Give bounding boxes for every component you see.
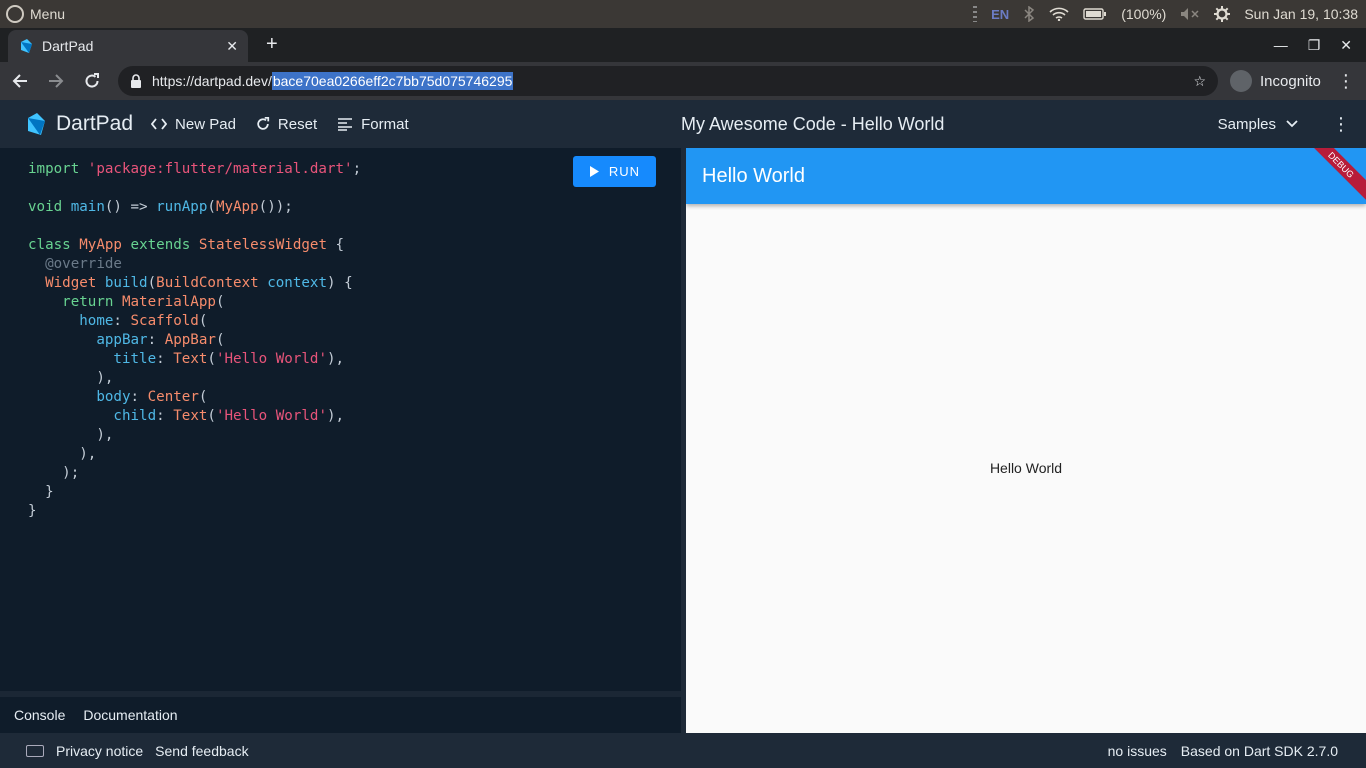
incognito-icon xyxy=(1230,70,1252,92)
refresh-icon xyxy=(256,117,270,131)
chevron-down-icon xyxy=(1286,120,1298,128)
browser-menu-icon[interactable]: ⋮ xyxy=(1337,71,1355,92)
sdk-version: Based on Dart SDK 2.7.0 xyxy=(1180,742,1338,759)
settings-gear-icon[interactable] xyxy=(1214,6,1231,22)
code-line-6: @override xyxy=(45,256,122,272)
keyboard-icon[interactable] xyxy=(26,744,44,757)
reload-icon[interactable] xyxy=(80,69,104,93)
play-icon xyxy=(589,166,599,177)
code-line-3: void main() => runApp(MyApp()); xyxy=(28,199,293,215)
more-options-icon[interactable]: ⋮ xyxy=(1332,114,1350,135)
code-text[interactable]: import 'package:flutter/material.dart'; … xyxy=(28,160,361,521)
code-line-9: home: Scaffold( xyxy=(79,313,208,329)
minimize-icon[interactable]: — xyxy=(1274,37,1288,54)
format-label: Format xyxy=(361,115,409,133)
code-line-17: ); xyxy=(28,465,80,481)
bluetooth-icon[interactable] xyxy=(1023,6,1035,22)
volume-muted-icon[interactable] xyxy=(1180,7,1200,21)
close-window-icon[interactable]: ✕ xyxy=(1340,37,1352,54)
send-feedback-link[interactable]: Send feedback xyxy=(155,743,248,759)
browser-tab-dartpad[interactable]: DartPad ✕ xyxy=(8,30,248,62)
incognito-badge[interactable]: Incognito xyxy=(1230,70,1321,92)
close-tab-icon[interactable]: ✕ xyxy=(226,38,238,55)
new-tab-icon[interactable]: + xyxy=(266,33,278,56)
tab-title: DartPad xyxy=(42,38,94,54)
format-lines-icon xyxy=(337,117,353,131)
battery-percent: (100%) xyxy=(1121,6,1167,22)
keyboard-language[interactable]: EN xyxy=(991,7,1009,22)
code-line-13: body: Center( xyxy=(96,389,208,405)
drag-handle-icon xyxy=(973,6,978,22)
clock-datetime[interactable]: Sun Jan 19, 10:38 xyxy=(1244,6,1358,22)
code-line-16: ), xyxy=(28,446,97,462)
tab-console[interactable]: Console xyxy=(14,707,65,723)
brand-label: DartPad xyxy=(56,112,134,135)
code-line-18: } xyxy=(28,484,54,500)
browser-tab-strip: DartPad ✕ + — ❐ ✕ xyxy=(0,28,1366,62)
preview-app-bar: Hello World xyxy=(686,148,1366,204)
url-base: https://dartpad.dev/ xyxy=(152,73,272,89)
forward-icon[interactable] xyxy=(44,69,68,93)
code-brackets-icon xyxy=(151,118,168,130)
reset-button[interactable]: Reset xyxy=(256,116,317,133)
code-line-11: title: Text('Hello World'), xyxy=(113,351,345,367)
dartpad-favicon-icon xyxy=(18,38,34,54)
code-line-19: } xyxy=(28,503,37,519)
tab-documentation[interactable]: Documentation xyxy=(83,707,177,723)
browser-toolbar: https://dartpad.dev/bace70ea0266eff2c7bb… xyxy=(0,62,1366,100)
reset-label: Reset xyxy=(277,115,318,133)
os-menu[interactable]: Menu xyxy=(0,5,65,23)
format-button[interactable]: Format xyxy=(337,116,409,133)
new-pad-button[interactable]: New Pad xyxy=(151,116,236,133)
back-icon[interactable] xyxy=(8,69,32,93)
window-controls: — ❐ ✕ xyxy=(1274,37,1366,54)
samples-label: Samples xyxy=(1217,115,1276,133)
wifi-icon[interactable] xyxy=(1049,7,1069,21)
address-bar[interactable]: https://dartpad.dev/bace70ea0266eff2c7bb… xyxy=(118,66,1218,96)
code-line-15: ), xyxy=(28,427,114,443)
run-label: RUN xyxy=(608,164,641,179)
os-menu-label: Menu xyxy=(30,6,66,22)
lock-icon[interactable] xyxy=(130,74,142,88)
dart-logo-icon xyxy=(24,112,48,136)
pad-title: My Awesome Code - Hello World xyxy=(681,113,945,134)
code-line-14: child: Text('Hello World'), xyxy=(113,408,345,424)
new-pad-label: New Pad xyxy=(175,115,236,133)
privacy-notice-link[interactable]: Privacy notice xyxy=(56,743,143,759)
url-selected-text: bace70ea0266eff2c7bb75d075746295 xyxy=(271,72,514,90)
issues-count[interactable]: no issues xyxy=(1108,743,1167,759)
code-editor[interactable]: import 'package:flutter/material.dart'; … xyxy=(0,148,681,691)
code-line-1: import 'package:flutter/material.dart'; xyxy=(28,161,362,177)
code-line-10: appBar: AppBar( xyxy=(96,332,225,348)
incognito-label: Incognito xyxy=(1260,72,1321,90)
status-bar: Privacy notice Send feedback no issues B… xyxy=(0,733,1366,768)
preview-app-bar-title: Hello World xyxy=(702,164,805,187)
os-top-bar: Menu EN (100%) Sun Jan 19, 10:38 xyxy=(0,0,1366,28)
maximize-icon[interactable]: ❐ xyxy=(1308,37,1321,54)
code-line-8: return MaterialApp( xyxy=(62,294,225,310)
preview-body-text: Hello World xyxy=(989,460,1063,476)
bottom-panel-tabs: Console Documentation xyxy=(0,691,681,733)
battery-icon[interactable] xyxy=(1083,8,1107,20)
ubuntu-logo-icon xyxy=(6,5,24,23)
run-button[interactable]: RUN xyxy=(573,156,656,187)
code-line-5: class MyApp extends StatelessWidget { xyxy=(28,237,345,253)
bookmark-star-icon[interactable]: ☆ xyxy=(1193,73,1206,90)
output-preview[interactable]: Hello World DEBUG Hello World xyxy=(686,148,1366,733)
code-line-7: Widget build(BuildContext context) { xyxy=(45,275,353,291)
code-line-12: ), xyxy=(28,370,114,386)
dartpad-brand[interactable]: DartPad xyxy=(0,112,133,136)
dartpad-header: DartPad New Pad Reset Format My Awesome … xyxy=(0,100,1366,148)
samples-dropdown[interactable]: Samples xyxy=(1218,116,1314,133)
